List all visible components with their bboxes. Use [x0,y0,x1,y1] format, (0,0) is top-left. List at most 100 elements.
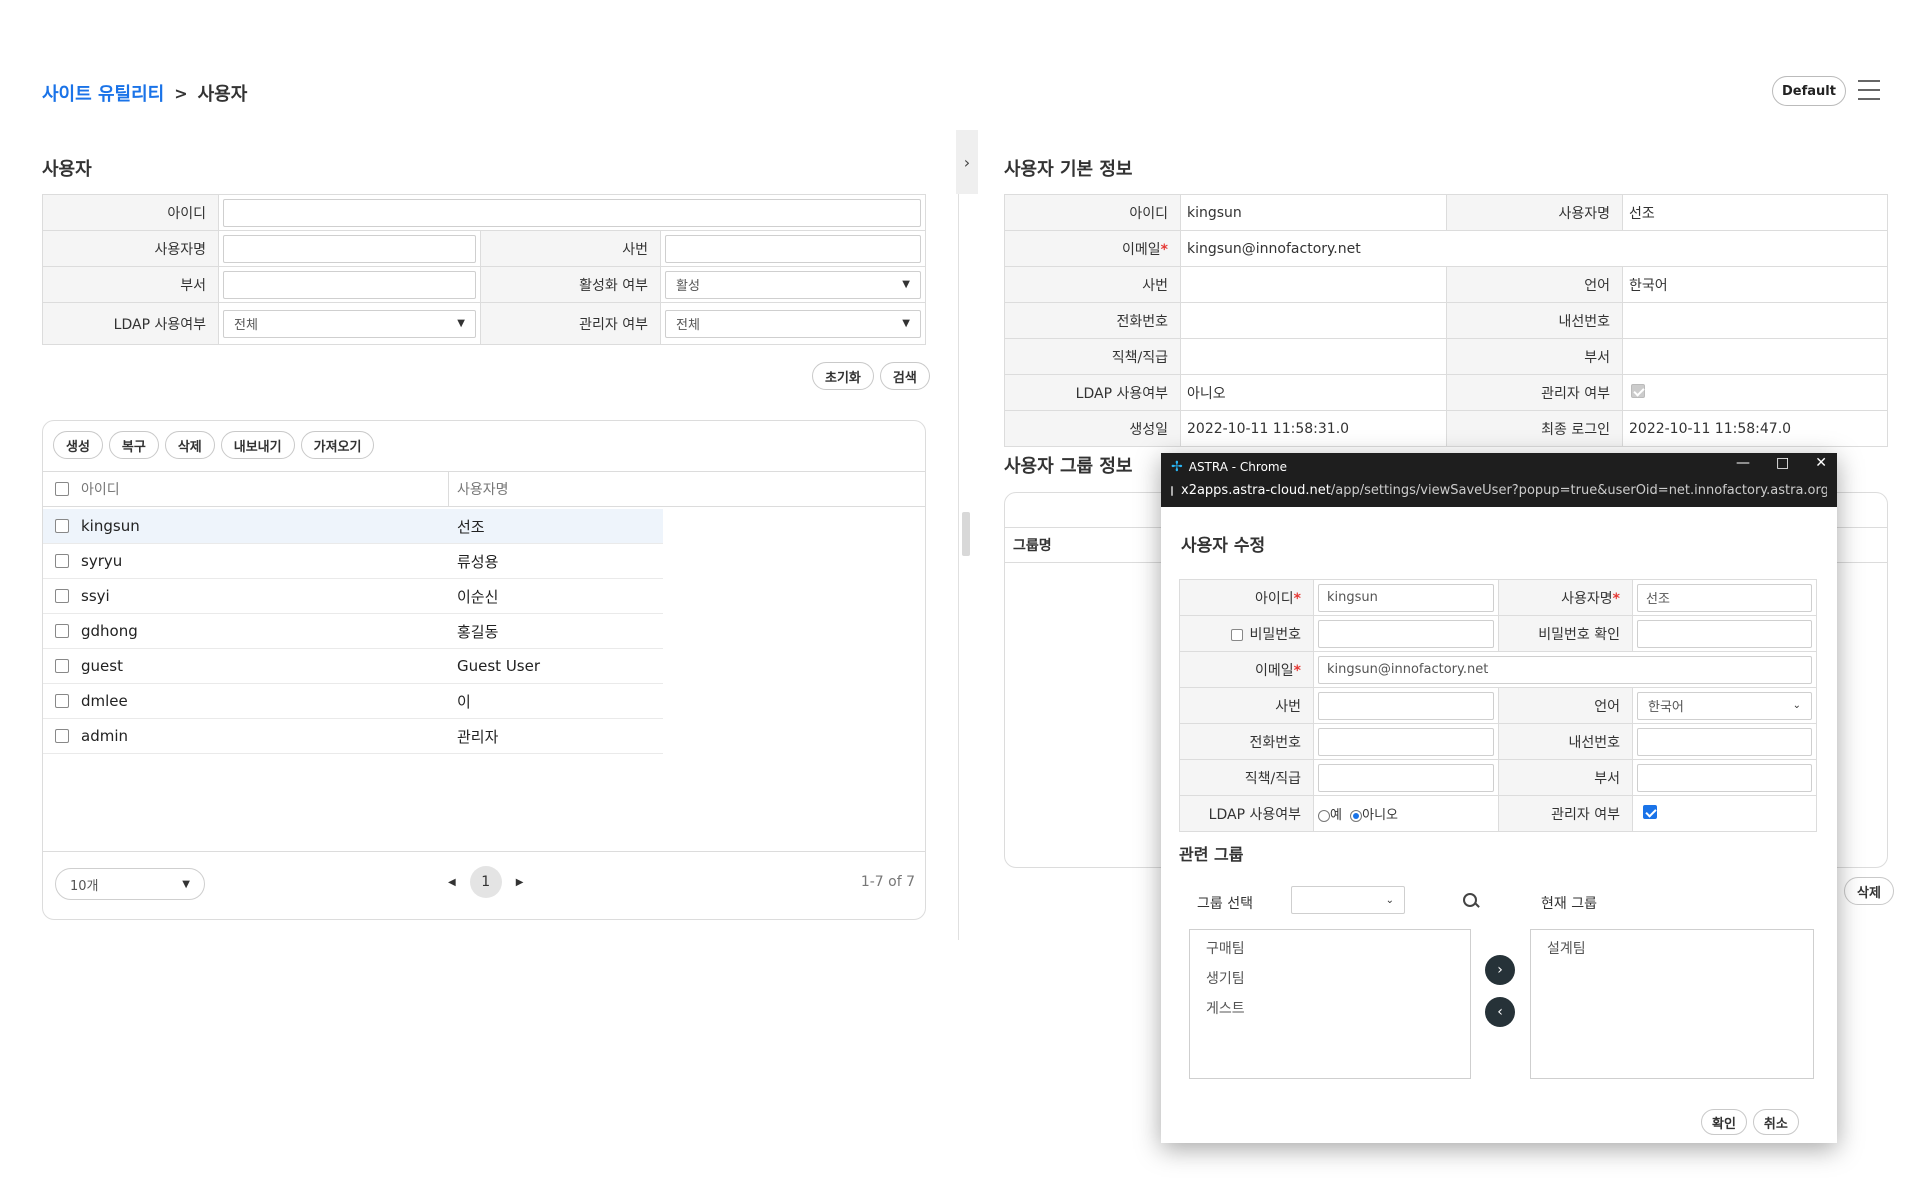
pop-id-label-text: 아이디 [1255,590,1294,607]
row-checkbox[interactable] [55,729,69,743]
row-checkbox[interactable] [55,519,69,533]
pop-lang-select[interactable]: 한국어 ⌄ [1637,691,1812,720]
table-row[interactable]: dmlee 이 [43,684,663,719]
row-checkbox[interactable] [55,554,69,568]
group-select[interactable]: ⌄ [1291,886,1405,914]
row-id: admin [81,727,128,745]
pop-id-input[interactable]: kingsun [1318,583,1494,612]
list-item[interactable]: 생기팀 [1190,964,1470,994]
export-button[interactable]: 내보내기 [220,431,295,459]
pop-dept-label: 부서 [1498,759,1633,796]
restore-button[interactable]: 복구 [108,431,159,459]
pop-email-input[interactable]: kingsun@innofactory.net [1318,655,1812,684]
table-row[interactable]: guest Guest User [43,649,663,684]
page-size-select[interactable]: 10개 ▼ [55,868,205,900]
search-id-input[interactable] [223,198,921,227]
import-button[interactable]: 가져오기 [300,431,375,459]
pop-phone-input[interactable] [1318,727,1494,756]
confirm-button[interactable]: 확인 [1701,1109,1747,1135]
caret-down-icon: ▼ [902,318,910,329]
search-name-input[interactable] [223,234,476,263]
row-checkbox[interactable] [55,694,69,708]
required-mark: * [1612,590,1620,607]
group-delete-button[interactable]: 삭제 [1844,877,1894,905]
search-actions: 초기화 검색 [812,362,930,390]
available-group-list[interactable]: 구매팀 생기팀 게스트 [1189,929,1471,1079]
ldap-select[interactable]: 전체 ▼ [223,309,476,338]
popup-window-title-text: ASTRA - Chrome [1188,460,1287,474]
active-select[interactable]: 활성 ▼ [665,270,921,299]
pop-ext-input[interactable] [1637,727,1812,756]
default-layout-button[interactable]: Default [1772,76,1846,106]
row-id: ssyi [81,587,110,605]
search-button[interactable]: 검색 [879,362,930,390]
pop-admin-checkbox[interactable] [1643,804,1657,819]
collapse-chevron-icon[interactable]: › [956,130,978,194]
ldap-yes-radio[interactable] [1318,809,1330,822]
pop-position-label: 직책/직급 [1179,759,1314,796]
breadcrumb-link-site-utility[interactable]: 사이트 유틸리티 [42,80,164,106]
detail-name-label: 사용자명 [1446,194,1623,231]
active-select-value: 활성 [676,279,700,294]
pagination: ◀ 1 ▶ [448,866,523,898]
maximize-icon[interactable]: □ [1776,455,1789,471]
popup-url-bar[interactable]: x2apps.astra-cloud.net/app/settings/view… [1171,483,1827,498]
detail-admin-label: 관리자 여부 [1446,374,1623,411]
row-checkbox[interactable] [55,624,69,638]
next-page-icon[interactable]: ▶ [516,877,524,888]
minimize-icon[interactable]: — [1736,455,1750,471]
active-label: 활성화 여부 [480,266,661,303]
table-row[interactable]: ssyi 이순신 [43,579,663,614]
admin-select[interactable]: 전체 ▼ [665,309,921,338]
detail-lastlogin-label: 최종 로그인 [1446,410,1623,447]
select-all-checkbox[interactable] [55,482,69,496]
close-icon[interactable]: ✕ [1815,455,1827,471]
list-item[interactable]: 구매팀 [1190,934,1470,964]
search-form: 아이디 사용자명 사번 부서 활성화 여부 활성 ▼ LDAP 사용여부 전체 ▼ … [42,194,926,345]
reset-button[interactable]: 초기화 [812,362,874,390]
detail-empno-label: 사번 [1004,266,1181,303]
list-item[interactable]: 게스트 [1190,994,1470,1024]
create-button[interactable]: 생성 [53,431,103,459]
ldap-no-radio[interactable] [1350,809,1363,822]
row-checkbox[interactable] [55,659,69,673]
splitter-grip[interactable] [962,512,970,556]
pop-password-input[interactable] [1318,619,1494,648]
row-name: 관리자 [457,727,499,746]
table-row[interactable]: kingsun 선조 [43,509,663,544]
hamburger-menu-icon[interactable] [1858,80,1880,100]
list-item[interactable]: 설계팀 [1531,934,1813,964]
pop-password-label: 비밀번호 [1179,615,1314,652]
search-icon[interactable] [1463,893,1479,909]
add-group-chevron-right-icon[interactable]: › [1485,955,1515,985]
current-group-list[interactable]: 설계팀 [1530,929,1814,1079]
page-number[interactable]: 1 [469,866,502,898]
row-id: syryu [81,552,123,570]
row-checkbox[interactable] [55,589,69,603]
popup-heading: 사용자 수정 [1181,536,1266,556]
delete-button[interactable]: 삭제 [164,431,215,459]
table-row[interactable]: gdhong 홍길동 [43,614,663,649]
password-change-checkbox[interactable] [1231,628,1244,641]
search-dept-input[interactable] [223,270,476,299]
search-section-title: 사용자 [42,159,92,180]
pop-password-confirm-input[interactable] [1637,619,1812,648]
detail-ldap-label: LDAP 사용여부 [1004,374,1181,411]
astra-logo-icon: ✢ [1171,459,1183,475]
pop-empno-input[interactable] [1318,691,1494,720]
cancel-button[interactable]: 취소 [1752,1109,1799,1135]
column-header-name[interactable]: 사용자명 [449,479,509,499]
detail-phone-label: 전화번호 [1004,302,1181,339]
search-empno-input[interactable] [665,234,921,263]
row-name: 이 [457,692,471,711]
prev-page-icon[interactable]: ◀ [448,877,456,888]
pop-dept-input[interactable] [1637,763,1812,792]
related-group-title: 관련 그룹 [1179,845,1244,864]
url-host: x2apps.astra-cloud.net [1181,483,1331,498]
pop-name-input[interactable]: 선조 [1637,583,1812,612]
table-row[interactable]: syryu 류성용 [43,544,663,579]
column-header-id[interactable]: 아이디 [81,472,449,506]
table-row[interactable]: admin 관리자 [43,719,663,754]
remove-group-chevron-left-icon[interactable]: ‹ [1485,997,1515,1027]
pop-position-input[interactable] [1318,763,1494,792]
